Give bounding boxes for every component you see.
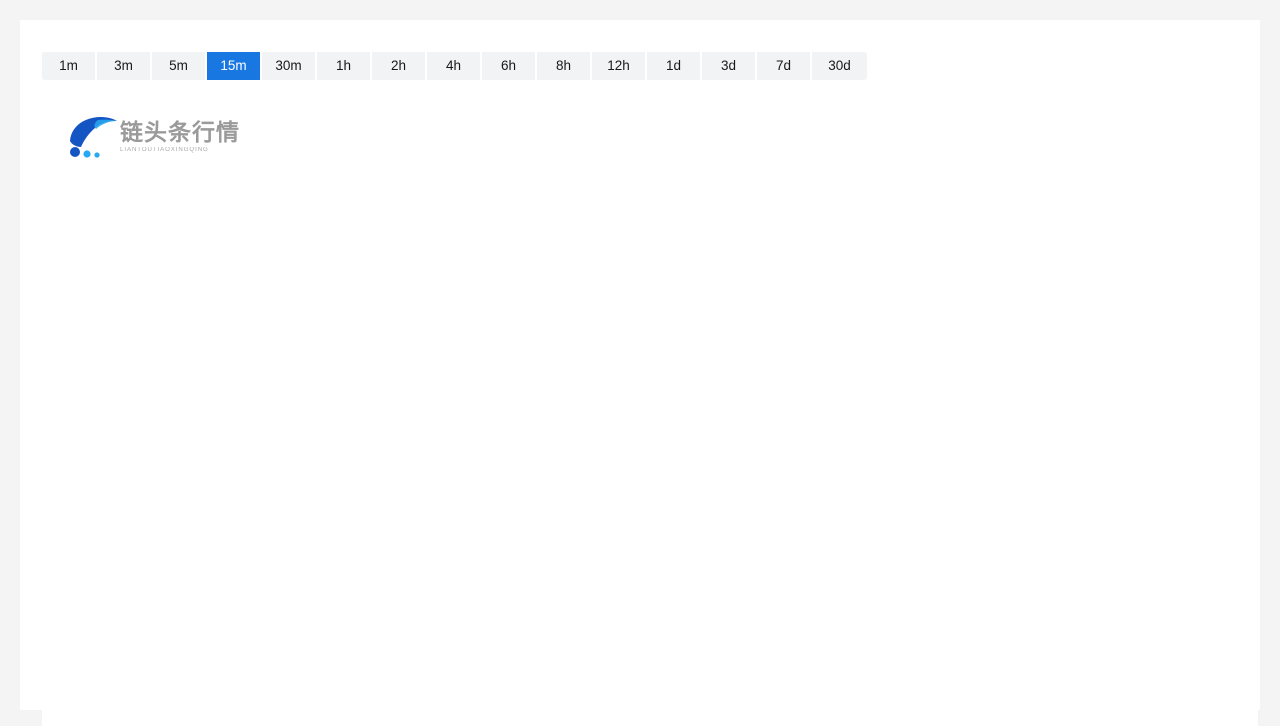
timeframe-item-2h[interactable]: 2h <box>372 52 427 80</box>
timeframe-item-8h[interactable]: 8h <box>537 52 592 80</box>
brand-logo: 链头条行情 LIANTOUTIAOXINGQING <box>68 113 239 161</box>
content-card: 1m 3m 5m 15m 30m 1h 2h 4h 6h 8h 12h 1d 3… <box>20 20 1260 726</box>
timeframe-item-15m[interactable]: 15m <box>207 52 262 80</box>
timeframe-item-3d[interactable]: 3d <box>702 52 757 80</box>
timeframe-item-1h[interactable]: 1h <box>317 52 372 80</box>
logo-subtitle-pinyin: LIANTOUTIAOXINGQING <box>120 147 209 154</box>
timeframe-item-5m[interactable]: 5m <box>152 52 207 80</box>
timeframe-item-4h[interactable]: 4h <box>427 52 482 80</box>
timeframe-selector[interactable]: 1m 3m 5m 15m 30m 1h 2h 4h 6h 8h 12h 1d 3… <box>42 52 867 80</box>
logo-title-cn: 链头条行情 <box>120 119 240 146</box>
timeframe-item-30m[interactable]: 30m <box>262 52 317 80</box>
timeframe-item-7d[interactable]: 7d <box>757 52 812 80</box>
timeframe-item-1d[interactable]: 1d <box>647 52 702 80</box>
comet-swoosh-logo-icon <box>68 114 118 160</box>
timeframe-item-6h[interactable]: 6h <box>482 52 537 80</box>
timeframe-item-12h[interactable]: 12h <box>592 52 647 80</box>
page-background: 1m 3m 5m 15m 30m 1h 2h 4h 6h 8h 12h 1d 3… <box>0 0 1280 726</box>
logo-text-block: 链头条行情 LIANTOUTIAOXINGQING <box>120 120 240 154</box>
chart-canvas[interactable] <box>42 170 1258 726</box>
timeframe-item-30d[interactable]: 30d <box>812 52 867 80</box>
timeframe-item-3m[interactable]: 3m <box>97 52 152 80</box>
timeframe-item-1m[interactable]: 1m <box>42 52 97 80</box>
